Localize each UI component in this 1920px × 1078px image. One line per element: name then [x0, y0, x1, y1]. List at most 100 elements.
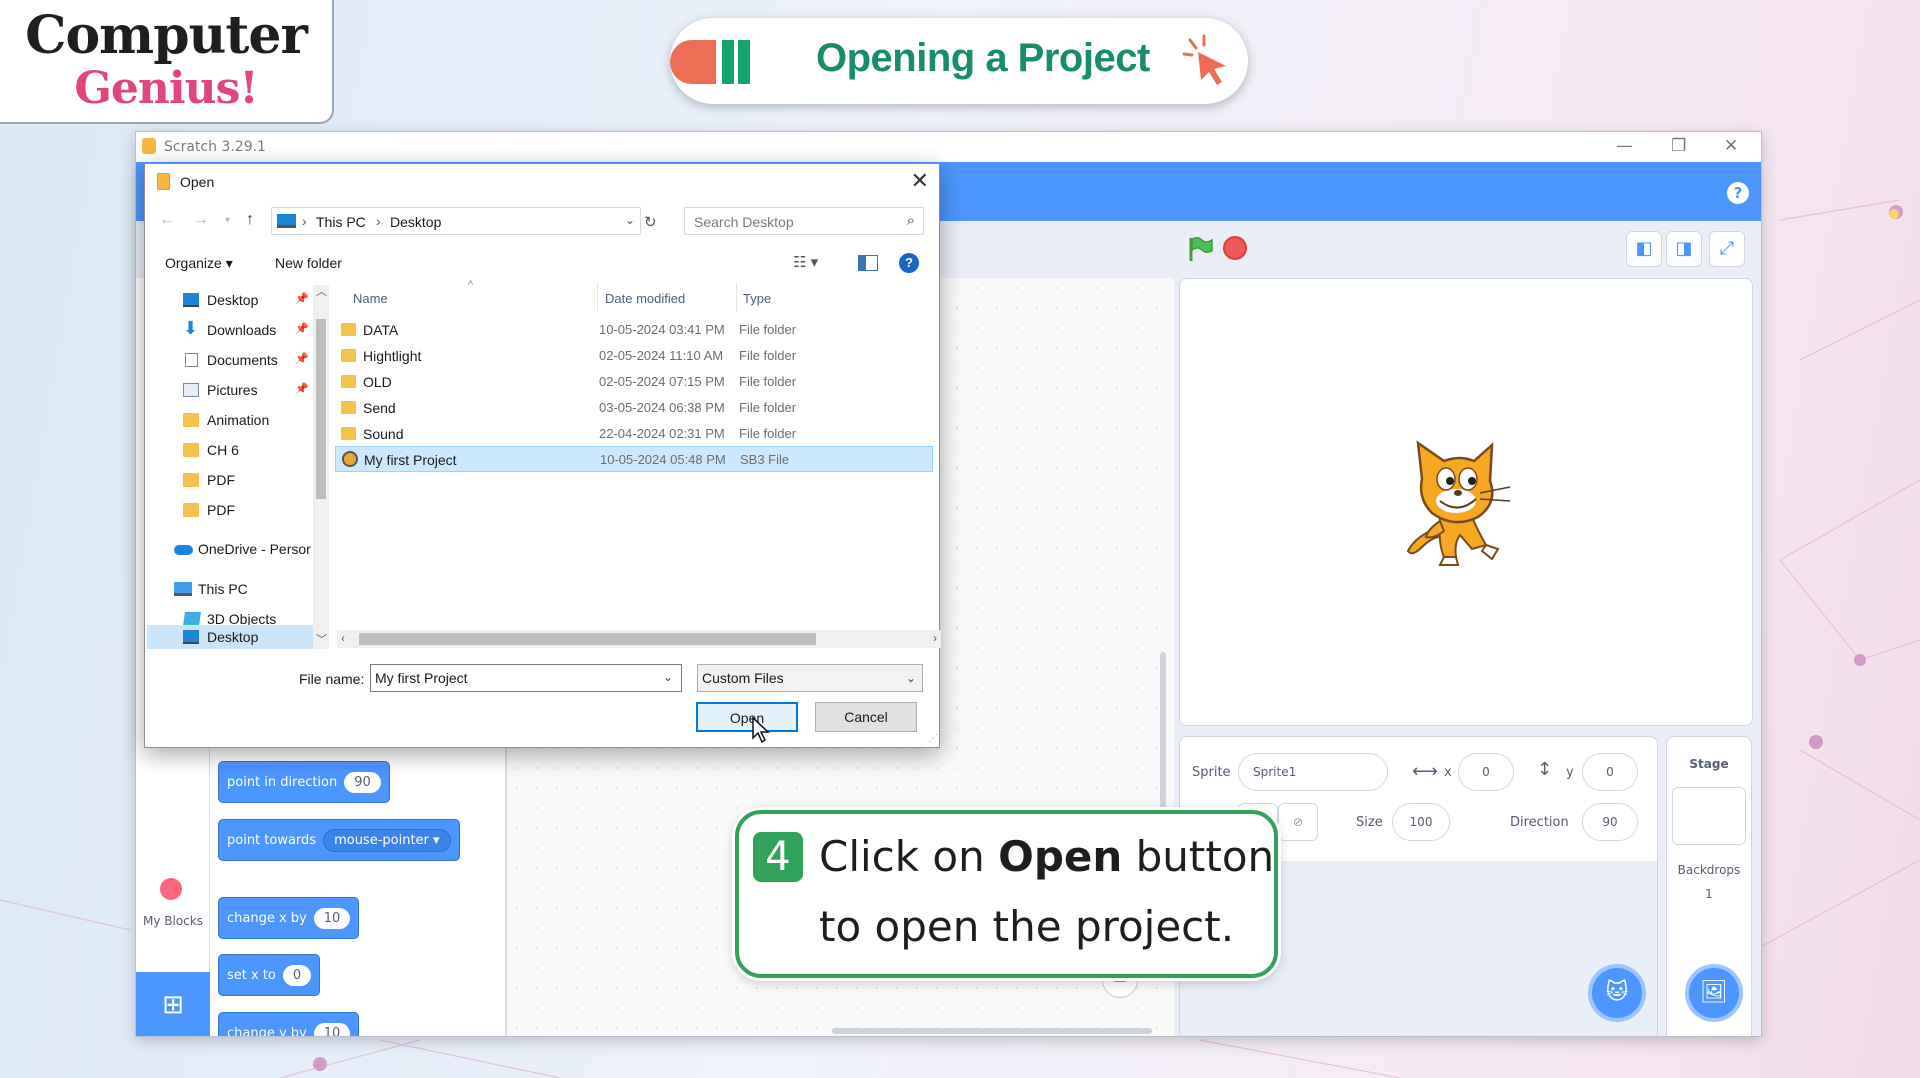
new-folder-button[interactable]: New folder [275, 255, 342, 271]
sb3-file-icon [342, 451, 358, 467]
restore-button[interactable]: ❐ [1671, 136, 1686, 156]
close-button[interactable]: ✕ [1724, 136, 1738, 156]
nav-item-documents[interactable]: Documents 📌 [147, 345, 317, 375]
pin-icon: 📌 [295, 383, 309, 395]
scroll-left-icon[interactable]: ‹ [341, 631, 345, 645]
size-input[interactable]: 100 [1392, 803, 1450, 841]
nav-item-desktop[interactable]: Desktop 📌 [147, 285, 317, 315]
instruction-text: Click on [819, 832, 999, 881]
step-number-badge: 4 [753, 832, 803, 882]
column-header-type[interactable]: Type [743, 291, 771, 306]
dialog-close-icon[interactable]: ✕ [911, 168, 929, 194]
forward-arrow-icon[interactable]: → [193, 211, 209, 229]
column-divider[interactable] [597, 283, 598, 313]
dialog-app-icon [157, 173, 170, 190]
resize-grip-icon[interactable]: ⋰ [928, 733, 938, 744]
scratch-cat-sprite[interactable] [1400, 439, 1520, 569]
dialog-help-icon[interactable]: ? [899, 253, 919, 273]
file-name: Send [363, 400, 396, 416]
cancel-button[interactable]: Cancel [815, 702, 917, 732]
folder-icon [341, 375, 356, 388]
file-row[interactable]: Hightlight 02-05-2024 11:10 AM File fold… [335, 343, 933, 369]
file-name-input[interactable]: My first Project [370, 664, 682, 692]
file-type-select[interactable]: Custom Files ⌄ [697, 664, 923, 692]
stage-thumbnail[interactable] [1672, 787, 1746, 845]
column-header-name[interactable]: Name [353, 291, 388, 306]
nav-item-label: Downloads [207, 322, 277, 338]
column-divider[interactable] [736, 283, 737, 313]
block-input[interactable]: 10 [313, 907, 351, 929]
my-blocks-category-icon[interactable] [160, 878, 182, 900]
preview-pane-icon[interactable] [858, 255, 878, 271]
file-list-horizontal-scrollbar[interactable]: ‹ › [337, 630, 941, 648]
breadcrumb-desktop[interactable]: Desktop [390, 214, 441, 230]
address-bar[interactable]: › This PC › Desktop ⌄ [271, 207, 641, 235]
recent-chevron-icon[interactable]: ▾ [225, 215, 230, 226]
x-position-input[interactable]: 0 [1458, 753, 1514, 791]
address-dropdown-icon[interactable]: ⌄ [625, 213, 635, 227]
scroll-thumb[interactable] [359, 633, 816, 645]
stop-icon[interactable] [1223, 236, 1247, 260]
nav-item-label: Pictures [207, 382, 258, 398]
block-change-y-by[interactable]: change y by 10 [218, 1012, 360, 1036]
desktop-icon [183, 630, 199, 644]
nav-item-this-pc[interactable]: This PC [147, 574, 317, 604]
search-icon: ⌕ [906, 212, 915, 229]
sprite-name-input[interactable]: Sprite1 [1238, 753, 1388, 791]
hide-sprite-eye-icon[interactable]: ⊘ [1278, 803, 1318, 841]
nav-item-downloads[interactable]: ⬇ Downloads 📌 [147, 315, 317, 345]
nav-pane-scrollbar[interactable]: ︿ ﹀ [313, 285, 329, 649]
change-view-icon[interactable]: ☷ ▾ [793, 253, 818, 271]
nav-item-desktop-2[interactable]: Desktop [147, 625, 317, 649]
add-extension-button[interactable]: ⊞ [136, 972, 210, 1036]
back-arrow-icon[interactable]: ← [159, 211, 175, 229]
block-input[interactable]: 90 [344, 771, 381, 793]
stage-canvas[interactable] [1179, 278, 1753, 726]
block-point-towards[interactable]: point towards mouse-pointer ▾ [218, 819, 460, 861]
nav-item-animation[interactable]: Animation [147, 405, 317, 435]
block-change-x-by[interactable]: change x by 10 [218, 897, 360, 939]
open-button[interactable]: Open [696, 702, 798, 732]
nav-item-onedrive[interactable]: OneDrive - Persor [147, 534, 317, 564]
file-row[interactable]: DATA 10-05-2024 03:41 PM File folder [335, 317, 933, 343]
nav-item-pictures[interactable]: Pictures 📌 [147, 375, 317, 405]
my-blocks-category-label[interactable]: My Blocks [136, 914, 210, 928]
file-date: 03-05-2024 06:38 PM [599, 400, 725, 415]
scroll-right-icon[interactable]: › [933, 631, 937, 645]
file-name-dropdown-icon[interactable]: ⌄ [663, 670, 673, 684]
nav-item-pdf-2[interactable]: PDF [147, 495, 317, 525]
step-instruction-callout: 4 Click on Open button to open the proje… [735, 810, 1278, 978]
nav-item-label: Animation [207, 412, 270, 428]
help-icon[interactable]: ? [1727, 182, 1749, 204]
nav-item-pdf[interactable]: PDF [147, 465, 317, 495]
scroll-thumb[interactable] [316, 319, 326, 499]
block-input[interactable]: 0 [282, 964, 312, 986]
block-input[interactable]: 10 [313, 1022, 351, 1036]
fullscreen-button[interactable]: ⤢ [1709, 231, 1745, 267]
scroll-up-icon[interactable]: ︿ [316, 283, 327, 299]
code-area-horizontal-scrollbar[interactable] [832, 1028, 1152, 1034]
nav-item-ch6[interactable]: CH 6 [147, 435, 317, 465]
file-row[interactable]: Sound 22-04-2024 02:31 PM File folder [335, 421, 933, 447]
breadcrumb-this-pc[interactable]: This PC [316, 214, 366, 230]
search-input[interactable]: Search Desktop ⌕ [684, 207, 924, 235]
block-set-x-to[interactable]: set x to 0 [218, 954, 321, 996]
choose-sprite-button[interactable]: 🐱 [1588, 964, 1646, 1022]
organize-menu[interactable]: Organize ▾ [165, 255, 233, 272]
choose-backdrop-button[interactable]: 🖼 [1685, 964, 1743, 1022]
column-header-date[interactable]: Date modified [605, 291, 685, 306]
minimize-button[interactable]: — [1616, 136, 1633, 156]
y-position-input[interactable]: 0 [1582, 753, 1638, 791]
file-row[interactable]: OLD 02-05-2024 07:15 PM File folder [335, 369, 933, 395]
scroll-down-icon[interactable]: ﹀ [316, 631, 327, 647]
block-point-in-direction[interactable]: point in direction 90 [218, 761, 390, 803]
file-row[interactable]: Send 03-05-2024 06:38 PM File folder [335, 395, 933, 421]
direction-input[interactable]: 90 [1582, 803, 1638, 841]
block-dropdown[interactable]: mouse-pointer ▾ [323, 828, 451, 852]
up-arrow-icon[interactable]: ↑ [246, 211, 254, 229]
green-flag-icon[interactable] [1186, 235, 1214, 263]
small-stage-button[interactable]: ◧ [1626, 231, 1662, 267]
file-row-selected[interactable]: My first Project 10-05-2024 05:48 PM SB3… [335, 446, 933, 472]
large-stage-button[interactable]: ◨ [1666, 231, 1702, 267]
refresh-icon[interactable]: ↻ [644, 213, 657, 231]
